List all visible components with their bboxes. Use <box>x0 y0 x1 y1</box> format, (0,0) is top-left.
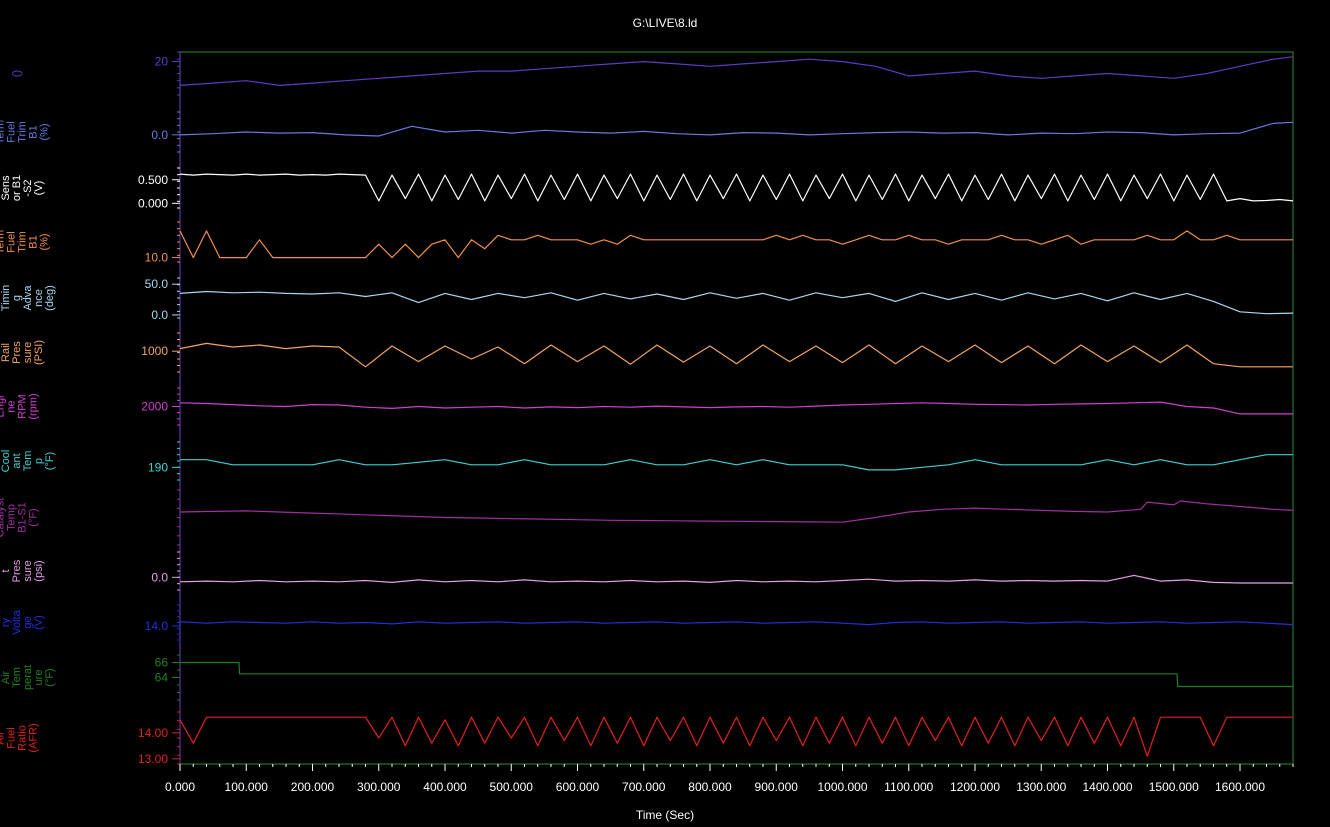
series-7-line <box>180 454 1293 471</box>
series-9-ytick-label: 0.0 <box>151 570 168 584</box>
x-tick-label: 1600.000 <box>1215 780 1265 794</box>
series-1-label-line: (%) <box>39 123 51 140</box>
series-3-label-group: LongTermFuelTrimB1(%) <box>0 230 51 254</box>
series-6-label-group: Engi ne RPM (rpm) <box>0 393 40 419</box>
series-12-ytick-label: 14.00 <box>138 726 168 740</box>
series-5-label-group: FuelRailPressure(PSI) <box>0 340 45 365</box>
series-2-label-line: (V) <box>33 181 45 196</box>
series-12-ytick-label: 13.00 <box>138 752 168 766</box>
series-2-label-group: O2Sensor B1-S2(V) <box>0 175 45 201</box>
x-tick-label: 1500.000 <box>1149 780 1199 794</box>
series-2-ytick-label: 0.000 <box>138 196 168 210</box>
series-3-line <box>179 230 1293 259</box>
x-tick-label: 400.000 <box>423 780 467 794</box>
series-12-line <box>179 716 1293 757</box>
series-10-label-group: BatteryVoltage(V) <box>0 609 45 635</box>
series-0-label-line: () <box>11 70 23 77</box>
series-6-line <box>179 401 1293 415</box>
series-1-ytick-label: 0.0 <box>151 128 168 142</box>
series-5-line <box>179 342 1293 368</box>
x-tick-label: 100.000 <box>225 780 269 794</box>
series-9-label-group: BoostPressure(psi) <box>0 558 45 584</box>
x-tick-label: 1000.000 <box>817 780 867 794</box>
series-9-label-line: (psi) <box>33 560 45 581</box>
series-7-label-line: (°F) <box>44 452 56 470</box>
x-tick-label: 800.000 <box>688 780 732 794</box>
series-8-label-group: Catalyst Temp B1-S1 (°F) <box>0 498 40 538</box>
x-tick-label: 200.000 <box>291 780 335 794</box>
series-0-line <box>179 56 1294 87</box>
series-4-ytick-label: 50.0 <box>145 277 169 291</box>
x-tick-label: 600.000 <box>556 780 600 794</box>
series-10-label-line: (V) <box>33 615 45 630</box>
series-4-line <box>179 290 1294 315</box>
series-4-label-line: (deg) <box>44 285 56 311</box>
series-11-ytick-label: 64 <box>155 671 169 685</box>
x-tick-label: 1400.000 <box>1082 780 1132 794</box>
x-tick-label: 700.000 <box>622 780 666 794</box>
plot-frame <box>179 51 1294 765</box>
x-tick-label: 1300.000 <box>1016 780 1066 794</box>
series-11-ytick-label: 66 <box>155 656 169 670</box>
series-10-line <box>179 621 1294 626</box>
series-1-line <box>179 121 1294 137</box>
x-tick-label: 1200.000 <box>950 780 1000 794</box>
series-5-label-line: (PSI) <box>33 340 45 365</box>
series-0-ytick-label: 20 <box>155 55 169 69</box>
x-tick-label: 300.000 <box>357 780 401 794</box>
x-tick-label: 1100.000 <box>884 780 933 794</box>
series-1-label-group: ShortTermFuelTrimB1(%) <box>0 120 51 144</box>
series-11-label-line: (°F) <box>44 668 56 686</box>
series-9-line <box>179 574 1293 584</box>
series-12-label-group: Air Fuel Ratio (AFR) <box>0 723 40 752</box>
series-3-label-line: (%) <box>39 233 51 250</box>
series-12-label-line: (AFR) <box>28 723 40 752</box>
series-7-ytick-label: 190 <box>148 460 168 474</box>
series-5-ytick-label: 1000 <box>141 344 168 358</box>
series-6-ytick-label: 2000 <box>141 400 168 414</box>
series-4-ytick-label: 0.0 <box>151 308 168 322</box>
series-7-label-group: EngineCoolantTemp(°F) <box>0 450 56 473</box>
x-axis-label: Time (Sec) <box>635 808 695 822</box>
series-3-ytick-label: 10.0 <box>145 251 169 265</box>
x-tick-label: 0.000 <box>165 780 195 794</box>
x-tick-label: 900.000 <box>755 780 799 794</box>
series-11-label-group: AmbientAirTemperature(°F) <box>0 665 56 690</box>
x-tick-label: 500.000 <box>490 780 534 794</box>
series-8-label-line: (°F) <box>28 508 40 526</box>
series-8-line <box>179 500 1294 523</box>
series-10-ytick-label: 14.0 <box>145 619 169 633</box>
telemetry-chart: 20 () 0.0 ShortTermFuelTrimB1(%) 0.500 0.000 O… <box>0 51 1294 794</box>
series-0-label-group: () <box>11 70 23 77</box>
series-6-label-line: (rpm) <box>28 393 40 419</box>
series-11-line <box>180 661 1293 688</box>
series-4-label-group: IgnitionTimingAdvance(deg) <box>0 285 56 312</box>
series-2-ytick-label: 0.500 <box>138 173 168 187</box>
series-2-line <box>179 173 1294 202</box>
